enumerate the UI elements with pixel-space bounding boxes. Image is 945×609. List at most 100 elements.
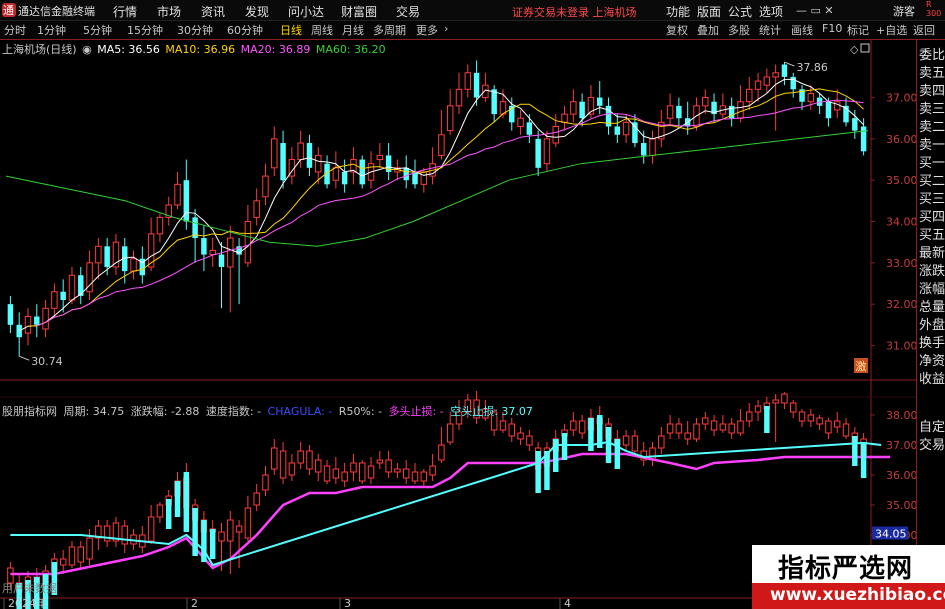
tab-more[interactable]: 更多 (416, 22, 438, 38)
right-panel-item[interactable]: 净资 (919, 350, 945, 369)
tab-60min[interactable]: 60分钟 (227, 22, 263, 38)
indicator-r50: R50%: - (338, 405, 383, 418)
candle-body (790, 76, 796, 90)
sub-candle-body (719, 423, 727, 431)
right-panel-item[interactable]: 卖一 (919, 134, 945, 153)
menu-discover[interactable]: 发现 (245, 3, 269, 20)
candle-body (781, 64, 788, 77)
tool-f10[interactable]: F10 (822, 22, 842, 35)
candle-body (16, 324, 22, 338)
menu-news[interactable]: 资讯 (201, 3, 225, 20)
right-panel-item[interactable]: 卖五 (919, 62, 945, 81)
right-panel-item[interactable]: 总量 (919, 296, 945, 315)
login-warning[interactable]: 证券交易未登录 上海机场 (512, 4, 637, 20)
diamond-icon: ◇ (850, 43, 859, 56)
right-panel-item[interactable]: 卖二 (919, 116, 945, 135)
sub-candle-body (315, 459, 322, 473)
candle-body (737, 101, 744, 119)
menu-formula[interactable]: 公式 (728, 3, 752, 20)
tab-monthly[interactable]: 月线 (342, 22, 364, 38)
tool-add-watchlist[interactable]: +自选 (876, 22, 907, 38)
candle-body (455, 88, 463, 107)
guest-label[interactable]: 游客 (893, 3, 915, 19)
menu-options[interactable]: 选项 (759, 3, 783, 20)
sub-bear-bar (165, 499, 172, 529)
indicator-legend: 股朋指标网 周期: 34.75 涨跌幅: -2.88 速度指数: - CHAGU… (2, 403, 533, 419)
candle-body (622, 121, 630, 136)
sub-candle-body (323, 465, 331, 482)
candle-body (754, 80, 762, 90)
sub-candle-body (842, 423, 850, 437)
sub-candle-body (77, 546, 84, 563)
right-panel-item[interactable]: 最新 (919, 242, 945, 261)
right-panel-item[interactable]: 收益 (919, 368, 945, 387)
kline-chart[interactable]: 37.00 36.00 35.00 34.00 33.00 32.00 31.00 38.00… (0, 40, 916, 609)
right-panel-item[interactable]: 交易 (919, 434, 945, 453)
dropdown-icon[interactable]: ◉ (82, 43, 92, 56)
right-panel-item[interactable]: 委比 (919, 44, 945, 63)
sub-candle-body (772, 399, 779, 404)
tool-overlay[interactable]: 叠加 (697, 22, 719, 38)
right-panel-item[interactable]: 涨幅 (919, 278, 945, 297)
right-panel-item[interactable]: 卖三 (919, 98, 945, 117)
sub-candle-body (710, 420, 718, 431)
right-panel-item[interactable]: 买一 (919, 152, 945, 171)
tool-statistics[interactable]: 统计 (759, 22, 781, 38)
menu-layout[interactable]: 版面 (697, 3, 721, 20)
menu-ask[interactable]: 问小达 (288, 3, 324, 20)
tool-mark[interactable]: 标记 (847, 22, 869, 38)
window-controls[interactable]: — ▭ ✕ (796, 4, 834, 17)
right-panel-item[interactable]: 买五 (919, 224, 945, 243)
menu-market[interactable]: 市场 (157, 3, 181, 20)
menu-market-quotes[interactable]: 行情 (113, 3, 137, 20)
sub-candle-body (702, 417, 709, 425)
candle-body (271, 138, 278, 169)
sub-bear-bar (201, 520, 207, 562)
tab-weekly[interactable]: 周线 (311, 22, 333, 38)
tag-ji: 激 (856, 359, 867, 373)
right-panel-item[interactable]: 卖四 (919, 80, 945, 99)
tab-daily[interactable]: 日线 (280, 22, 302, 38)
candle-body (201, 238, 207, 255)
sub-candle-body (376, 459, 384, 464)
right-panel-item[interactable]: 涨跌 (919, 260, 945, 279)
candle-body (24, 316, 32, 334)
main-axis-label: 32.00 (886, 298, 916, 311)
candle-body (68, 274, 76, 301)
sub-bear-bar (561, 433, 568, 460)
tool-multi-stock[interactable]: 多股 (728, 22, 750, 38)
sub-candle-body (429, 465, 436, 476)
tool-back[interactable]: 返回 (913, 22, 935, 38)
tab-15min[interactable]: 15分钟 (127, 22, 163, 38)
tab-1min[interactable]: 1分钟 (37, 22, 66, 38)
tab-timeshare[interactable]: 分时 (4, 22, 26, 38)
right-panel-item[interactable]: 换手 (919, 332, 945, 351)
indicator-name[interactable]: 股朋指标网 (2, 405, 57, 418)
tool-restore-rights[interactable]: 复权 (666, 22, 688, 38)
right-panel-item[interactable]: 买四 (919, 206, 945, 225)
tool-draw-line[interactable]: 画线 (791, 22, 813, 38)
watermark-logo: 指标严选网 (752, 545, 945, 585)
menu-functions[interactable]: 功能 (666, 3, 690, 20)
menu-wealth-circle[interactable]: 财富圈 (341, 3, 377, 20)
candle-body (543, 138, 551, 165)
tab-30min[interactable]: 30分钟 (177, 22, 213, 38)
tab-multi-period[interactable]: 多周期 (373, 22, 406, 38)
chevron-right-icon[interactable]: › (444, 22, 448, 35)
tab-5min[interactable]: 5分钟 (83, 22, 112, 38)
candle-body (438, 134, 445, 156)
menu-trade[interactable]: 交易 (396, 3, 420, 20)
indicator-period: 周期: 34.75 (63, 405, 125, 418)
right-panel-item[interactable]: 买三 (919, 188, 945, 207)
sub-candle-body (86, 537, 93, 560)
right-panel-item[interactable]: 买二 (919, 170, 945, 189)
candle-body (60, 291, 66, 301)
sub-candle-body (7, 567, 14, 584)
main-axis-label: 36.00 (886, 133, 916, 146)
right-panel-item[interactable]: 自定 (919, 416, 945, 435)
sub-candle-body (754, 405, 762, 413)
sub-bear-bar (544, 451, 550, 490)
sub-candle-body (271, 447, 278, 470)
right-panel-item[interactable]: 外盘 (919, 314, 945, 333)
sub-candle-body (156, 504, 164, 518)
